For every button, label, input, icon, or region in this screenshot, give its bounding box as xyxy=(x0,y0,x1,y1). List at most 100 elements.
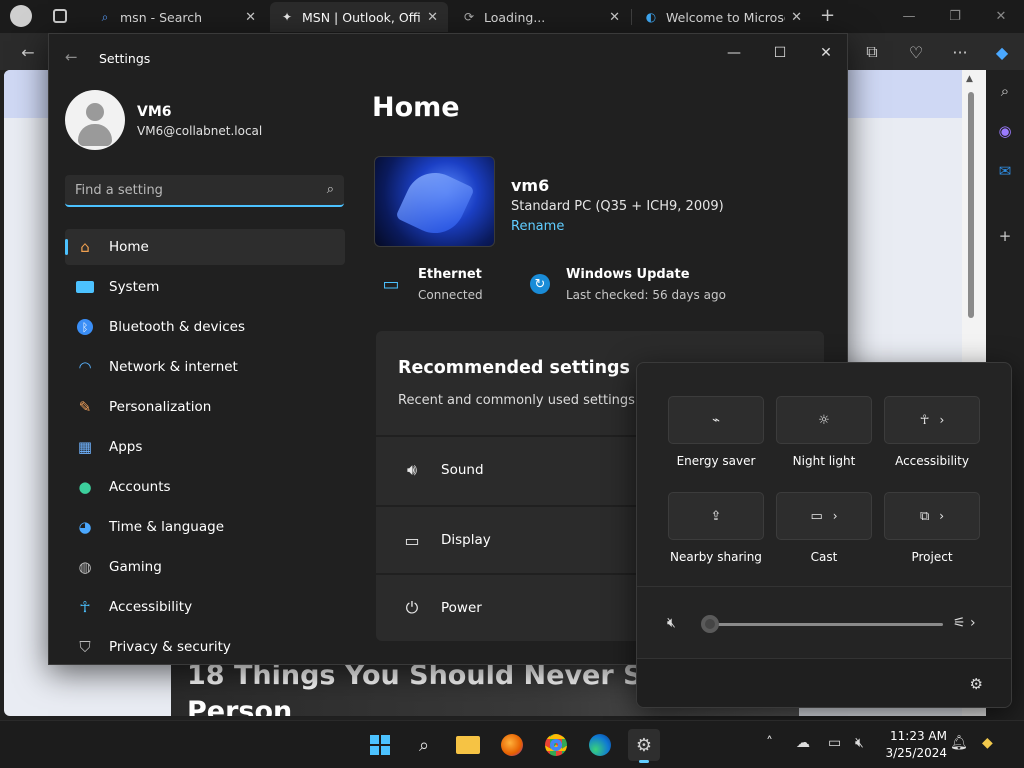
search-icon[interactable]: ⌕ xyxy=(408,729,440,761)
close-icon[interactable]: ✕ xyxy=(806,40,846,66)
accessibility-icon: ☥ xyxy=(919,412,930,428)
volume-slider[interactable] xyxy=(709,623,943,626)
close-tab-icon[interactable]: ✕ xyxy=(427,10,438,25)
nav-item-personalization[interactable]: ✎ Personalization xyxy=(65,389,345,425)
volume-mixer-icon[interactable]: ⚟ › xyxy=(953,615,976,631)
recommended-item-label: Display xyxy=(441,532,491,548)
tab-actions-icon[interactable] xyxy=(53,9,67,23)
tab-welcome[interactable]: ◐ Welcome to Microsoft ✕ xyxy=(634,2,812,32)
search-input[interactable] xyxy=(65,175,315,205)
copilot-icon[interactable]: ◆ xyxy=(982,735,993,751)
pc-model: Standard PC (Q35 + ICH9, 2009) xyxy=(511,199,724,214)
nearby-sharing-tile[interactable]: ⇪ xyxy=(668,492,764,540)
project-tile[interactable]: ⧉ › xyxy=(884,492,980,540)
firefox-icon[interactable] xyxy=(496,729,528,761)
project-icon: ⧉ xyxy=(919,508,930,524)
accessibility-tile[interactable]: ☥ › xyxy=(884,396,980,444)
chevron-up-icon[interactable]: ˄ xyxy=(766,735,773,751)
edge-icon[interactable] xyxy=(584,729,616,761)
brush-icon: ✎ xyxy=(78,398,92,416)
search-icon[interactable]: ⌕ xyxy=(327,182,334,197)
recommended-title: Recommended settings xyxy=(398,358,630,378)
tab-label: MSN | Outlook, Office xyxy=(302,9,421,25)
network-icon[interactable]: ▭ xyxy=(828,735,841,751)
rename-link[interactable]: Rename xyxy=(511,219,564,234)
maximize-icon[interactable]: ☐ xyxy=(760,40,800,66)
ethernet-icon[interactable]: ▭ xyxy=(379,272,403,296)
minimize-icon[interactable]: — xyxy=(714,40,754,66)
cast-tile[interactable]: ▭ › xyxy=(776,492,872,540)
quick-settings-footer: ⚙ xyxy=(637,658,1011,707)
copilot-icon[interactable]: ◉ xyxy=(994,120,1016,142)
nav-item-accounts[interactable]: ● Accounts xyxy=(65,469,345,505)
browser-restore-icon[interactable]: ❐ xyxy=(932,0,978,33)
nav-item-bluetooth[interactable]: ᛒ Bluetooth & devices xyxy=(65,309,345,345)
profile-icon[interactable] xyxy=(10,5,32,27)
volume-muted-icon[interactable]: 🔇︎ xyxy=(855,735,864,751)
nav-item-home[interactable]: ⌂ Home xyxy=(65,229,345,265)
gear-icon[interactable]: ⚙ xyxy=(970,675,983,693)
more-icon[interactable]: ··· xyxy=(948,40,972,64)
user-email: VM6@collabnet.local xyxy=(137,124,263,138)
copilot-icon[interactable]: ◆ xyxy=(990,40,1014,64)
health-icon[interactable]: ♡ xyxy=(904,40,928,64)
nav-label: Gaming xyxy=(109,559,162,575)
close-tab-icon[interactable]: ✕ xyxy=(245,10,256,25)
file-explorer-icon[interactable] xyxy=(452,729,484,761)
outlook-icon[interactable]: ✉ xyxy=(994,160,1016,182)
back-icon[interactable]: ← xyxy=(65,48,78,66)
tab-label: msn - Search xyxy=(120,9,203,25)
start-icon[interactable] xyxy=(364,729,396,761)
chevron-right-icon[interactable]: › xyxy=(939,413,944,427)
windows-update-icon[interactable]: ↻ xyxy=(528,272,552,296)
chevron-right-icon[interactable]: › xyxy=(833,509,838,523)
nav-item-privacy[interactable]: ⛉ Privacy & security xyxy=(65,629,345,664)
chrome-icon[interactable] xyxy=(540,729,572,761)
new-tab-icon[interactable]: + xyxy=(820,5,835,26)
clock-time[interactable]: 11:23 AM xyxy=(883,729,947,743)
windows-update-status: Last checked: 56 days ago xyxy=(566,288,726,302)
nav-item-network[interactable]: ◠ Network & internet xyxy=(65,349,345,385)
chevron-right-icon[interactable]: › xyxy=(939,509,944,523)
search-icon[interactable]: ⌕ xyxy=(994,80,1016,102)
onedrive-icon[interactable]: ☁ xyxy=(796,735,810,751)
quick-settings-flyout: ⌁ Energy saver ☼ Night light ☥ › Accessi… xyxy=(636,362,1012,708)
gamepad-icon: ◍ xyxy=(78,558,92,576)
tab-separator xyxy=(631,9,632,25)
volume-slider-thumb[interactable] xyxy=(701,615,719,633)
nav-label: Accessibility xyxy=(109,599,193,615)
nav-label: Home xyxy=(109,239,149,255)
nav-item-time-language[interactable]: ◕ Time & language xyxy=(65,509,345,545)
tab-loading[interactable]: ⟳ Loading... ✕ xyxy=(452,2,630,32)
notification-bell-icon[interactable]: 🔔︎ xyxy=(950,735,968,751)
nav-item-accessibility[interactable]: ☥ Accessibility xyxy=(65,589,345,625)
collections-icon[interactable]: ⧉ xyxy=(860,40,884,64)
tile-label: Project xyxy=(911,550,953,564)
scroll-up-icon[interactable]: ▲ xyxy=(966,74,973,84)
close-tab-icon[interactable]: ✕ xyxy=(609,10,620,25)
tab-msn-outlook[interactable]: ✦ MSN | Outlook, Office ✕ xyxy=(270,2,448,32)
night-light-tile[interactable]: ☼ xyxy=(776,396,872,444)
nav-item-gaming[interactable]: ◍ Gaming xyxy=(65,549,345,585)
browser-minimize-icon[interactable]: — xyxy=(886,0,932,33)
settings-app-icon[interactable]: ⚙ xyxy=(628,729,660,763)
nav-item-apps[interactable]: ▦ Apps xyxy=(65,429,345,465)
nav-item-system[interactable]: System xyxy=(65,269,345,305)
nav-label: Apps xyxy=(109,439,143,455)
windows-update-title[interactable]: Windows Update xyxy=(566,267,690,282)
speaker-muted-icon[interactable]: 🔇︎ xyxy=(667,615,676,631)
clock-date[interactable]: 3/25/2024 xyxy=(883,746,947,760)
add-icon[interactable]: + xyxy=(994,225,1016,247)
tab-msn-search[interactable]: ⌕ msn - Search ✕ xyxy=(88,2,266,32)
share-icon: ⇪ xyxy=(710,508,722,524)
pc-thumbnail xyxy=(374,156,495,247)
nav-label: System xyxy=(109,279,160,295)
scroll-thumb[interactable] xyxy=(968,92,974,318)
energy-saver-tile[interactable]: ⌁ xyxy=(668,396,764,444)
close-tab-icon[interactable]: ✕ xyxy=(791,10,802,25)
ethernet-title[interactable]: Ethernet xyxy=(418,267,482,282)
back-icon[interactable]: ← xyxy=(16,40,40,64)
power-icon: ⏻ xyxy=(405,598,419,617)
browser-close-icon[interactable]: ✕ xyxy=(978,0,1024,33)
search-box[interactable]: ⌕ xyxy=(65,175,344,207)
